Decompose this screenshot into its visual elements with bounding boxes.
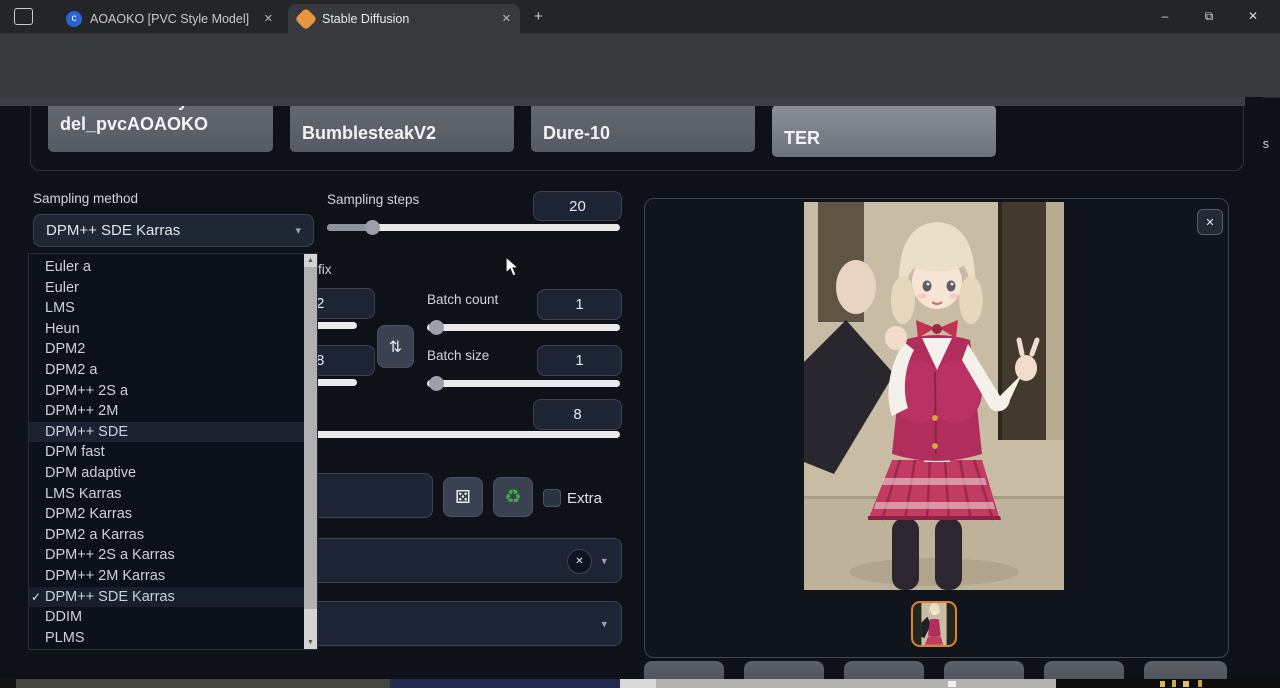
swap-dimensions-button[interactable]: ⇅ <box>377 325 414 368</box>
sampling-steps-slider[interactable] <box>327 224 620 231</box>
zip-button[interactable] <box>744 661 824 679</box>
taskbar-mark <box>1172 680 1176 687</box>
tab-actions-icon[interactable] <box>14 8 33 25</box>
taskbar-mark <box>1160 681 1165 687</box>
taskbar-sliver <box>390 679 620 688</box>
random-seed-dice-button[interactable]: ⚄ <box>443 477 483 517</box>
model-card-ter[interactable]: TER <box>772 105 996 157</box>
civitai-favicon: c <box>66 11 82 27</box>
styles-dropdown[interactable]: ✕ ▾ <box>300 538 622 583</box>
selected-sampler: DPM++ SDE Karras <box>46 222 180 239</box>
sampler-option[interactable]: DPM2 a Karras <box>29 525 317 546</box>
sampler-option[interactable]: DPM++ 2M Karras <box>29 566 317 587</box>
taskbar-sliver <box>656 679 1056 688</box>
cfg-scale-input[interactable]: 8 <box>533 399 622 430</box>
tab-stable-diffusion[interactable]: Stable Diffusion ✕ <box>288 4 520 33</box>
check-icon: ✓ <box>31 587 41 608</box>
sampling-method-select[interactable]: DPM++ SDE Karras ▾ <box>33 214 314 247</box>
cfg-scale-slider[interactable] <box>300 431 620 438</box>
scrollbar-thumb[interactable] <box>304 267 317 609</box>
restore-button[interactable]: ⧉ <box>1192 0 1226 32</box>
sampling-steps-label: Sampling steps <box>327 192 419 207</box>
sampling-method-label: Sampling method <box>33 191 138 206</box>
chevron-down-icon: ▾ <box>601 617 607 630</box>
taskbar-window-mark <box>948 681 956 687</box>
sampler-option[interactable]: PLMS <box>29 628 317 649</box>
image-thumbnail[interactable] <box>911 601 957 647</box>
batch-count-slider[interactable] <box>427 324 620 331</box>
dropdown-scrollbar[interactable]: ▲ ▼ <box>304 254 317 649</box>
hires-fix-label-partial: fix <box>318 262 332 277</box>
sampler-option[interactable]: DPM2 Karras <box>29 504 317 525</box>
browser-window: c AOAOKO [PVC Style Model] - PV ✕ Stable… <box>0 0 1280 688</box>
browser-titlebar: c AOAOKO [PVC Style Model] - PV ✕ Stable… <box>0 0 1280 33</box>
scroll-up-icon[interactable]: ▲ <box>304 254 317 267</box>
tab-close-icon[interactable]: ✕ <box>502 12 511 25</box>
sampler-option[interactable]: DPM++ 2S a Karras <box>29 545 317 566</box>
stable-diffusion-page: aoaokoPVCStyleMo del_pvcAOAOKO Bumbleste… <box>0 97 1263 679</box>
extra-label: Extra <box>567 490 602 507</box>
taskbar-sliver <box>0 679 16 688</box>
taskbar-mark <box>1183 681 1189 687</box>
clipped-prompt-row <box>0 97 1245 106</box>
taskbar-sliver <box>1056 679 1280 688</box>
extra-checkbox[interactable] <box>543 489 561 507</box>
minimize-button[interactable]: – <box>1148 0 1182 32</box>
chevron-down-icon: ▾ <box>295 224 301 237</box>
open-folder-button[interactable] <box>1144 661 1227 679</box>
batch-count-input[interactable]: 1 <box>537 289 622 320</box>
mouse-cursor <box>505 256 521 283</box>
script-dropdown[interactable]: ▾ <box>300 601 622 646</box>
seed-input[interactable] <box>300 473 433 518</box>
chevron-down-icon: ▾ <box>601 554 607 567</box>
batch-size-input[interactable]: 1 <box>537 345 622 376</box>
slider-knob[interactable] <box>429 376 444 391</box>
batch-count-label: Batch count <box>427 292 498 307</box>
tab-civitai[interactable]: c AOAOKO [PVC Style Model] - PV ✕ <box>56 4 282 33</box>
sampler-option[interactable]: Heun <box>29 319 317 340</box>
sampler-option[interactable]: Euler <box>29 278 317 299</box>
sampler-option-hovered[interactable]: DPM++ SDE <box>29 422 317 443</box>
tab-title: Stable Diffusion <box>322 12 482 26</box>
sampler-option[interactable]: DPM adaptive <box>29 463 317 484</box>
slider-knob[interactable] <box>429 320 444 335</box>
gradio-favicon <box>295 7 318 30</box>
sampler-option[interactable]: DPM2 <box>29 339 317 360</box>
sampler-option-selected[interactable]: ✓ DPM++ SDE Karras <box>29 587 317 608</box>
save-button[interactable] <box>644 661 724 679</box>
batch-size-label: Batch size <box>427 348 489 363</box>
clear-icon[interactable]: ✕ <box>567 549 592 574</box>
new-tab-button[interactable]: + <box>534 8 543 25</box>
tab-close-icon[interactable]: ✕ <box>264 12 273 25</box>
batch-size-slider[interactable] <box>427 380 620 387</box>
sampler-dropdown-list: Euler a Euler LMS Heun DPM2 DPM2 a DPM++… <box>28 253 318 650</box>
send-to-inpaint-button[interactable] <box>944 661 1024 679</box>
slider-knob[interactable] <box>365 220 380 235</box>
taskbar-sliver <box>16 679 390 688</box>
sampler-option[interactable]: DDIM <box>29 607 317 628</box>
sampler-option[interactable]: LMS Karras <box>29 484 317 505</box>
scroll-down-icon[interactable]: ▼ <box>304 636 317 649</box>
sampler-option[interactable]: DPM++ 2M <box>29 401 317 422</box>
close-window-button[interactable]: ✕ <box>1236 0 1270 32</box>
sampler-option[interactable]: DPM++ 2S a <box>29 381 317 402</box>
sampler-option[interactable]: DPM fast <box>29 442 317 463</box>
bookmarks-bar: ☁ SoundCloud – Hear... ♫ Spotify – Web P… <box>0 65 1280 98</box>
browser-toolbar: ← ↻ ⓘ 127.0.0.1:7860 A⁾ ☆ O ▶ ♼ IA AD S … <box>0 33 1280 65</box>
send-to-img2img-button[interactable] <box>844 661 924 679</box>
reuse-seed-recycle-button[interactable]: ♻ <box>493 477 533 517</box>
close-image-button[interactable]: ✕ <box>1197 209 1223 235</box>
tab-title: AOAOKO [PVC Style Model] - PV <box>90 12 250 26</box>
generated-image[interactable] <box>804 202 1064 590</box>
sampler-option[interactable]: LMS <box>29 298 317 319</box>
taskbar-mark <box>1198 680 1202 687</box>
send-to-extras-button[interactable] <box>1044 661 1124 679</box>
sampling-steps-input[interactable]: 20 <box>533 191 622 221</box>
taskbar-sliver <box>620 679 656 688</box>
sampler-option[interactable]: Euler a <box>29 257 317 278</box>
sampler-option[interactable]: DPM2 a <box>29 360 317 381</box>
